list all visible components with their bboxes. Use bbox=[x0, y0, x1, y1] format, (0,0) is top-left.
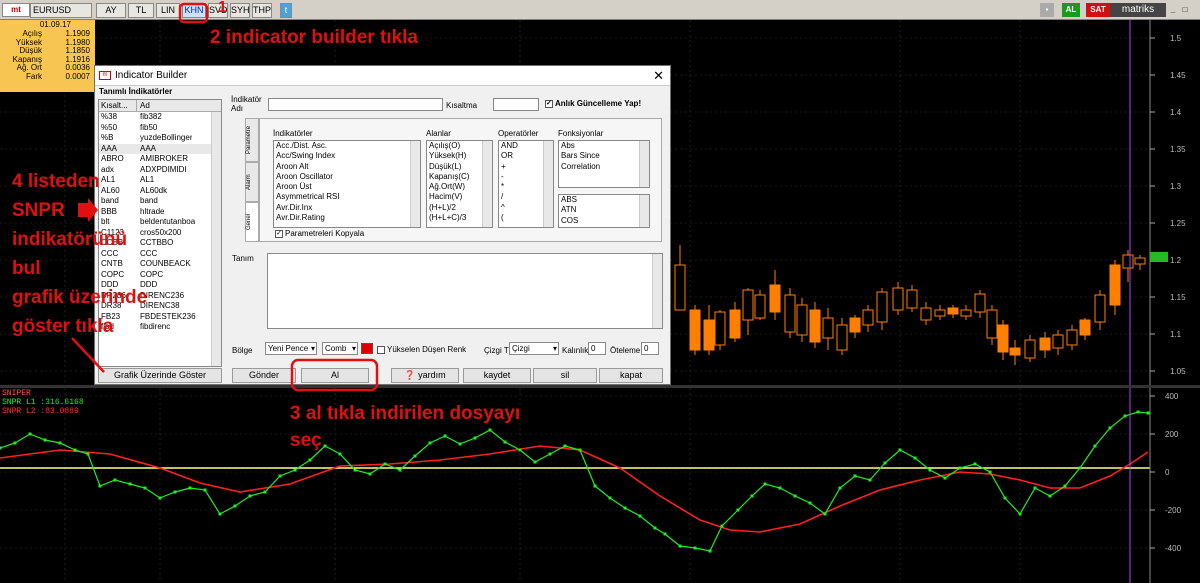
annotation-box-al bbox=[290, 358, 379, 392]
annotation-arrow-line bbox=[71, 337, 105, 373]
annotation-step-3: 3 al tıkla indirilen dosyayı seç bbox=[290, 400, 520, 454]
annotation-step-4-line: SNPR bbox=[12, 200, 65, 221]
annotation-step-3-line-2: seç bbox=[290, 430, 322, 451]
annotation-step-4-line: 4 listeden bbox=[12, 171, 100, 192]
annotation-step-1: 1 bbox=[218, 0, 227, 16]
annotation-step-4: 4 listeden SNPR indikatörünü bul grafik üzer… bbox=[12, 167, 147, 341]
annotation-step-4-line: göster tıkla bbox=[12, 316, 114, 337]
annotation-overlay bbox=[71, 2, 379, 392]
annotation-step-3-line-1: 3 al tıkla indirilen dosyayı bbox=[290, 403, 521, 424]
annotation-step-2: 2 indicator builder tıkla bbox=[210, 27, 418, 48]
annotation-step-4-line: bul bbox=[12, 258, 41, 279]
annotation-step-4-line: grafik üzerinde bbox=[12, 287, 148, 308]
annotation-step-4-line: indikatörünü bbox=[12, 229, 128, 250]
app-window: { "toolbar":{"symbol":"EURUSD","buttons"… bbox=[0, 0, 1200, 583]
annotation-box-khn bbox=[178, 2, 209, 24]
